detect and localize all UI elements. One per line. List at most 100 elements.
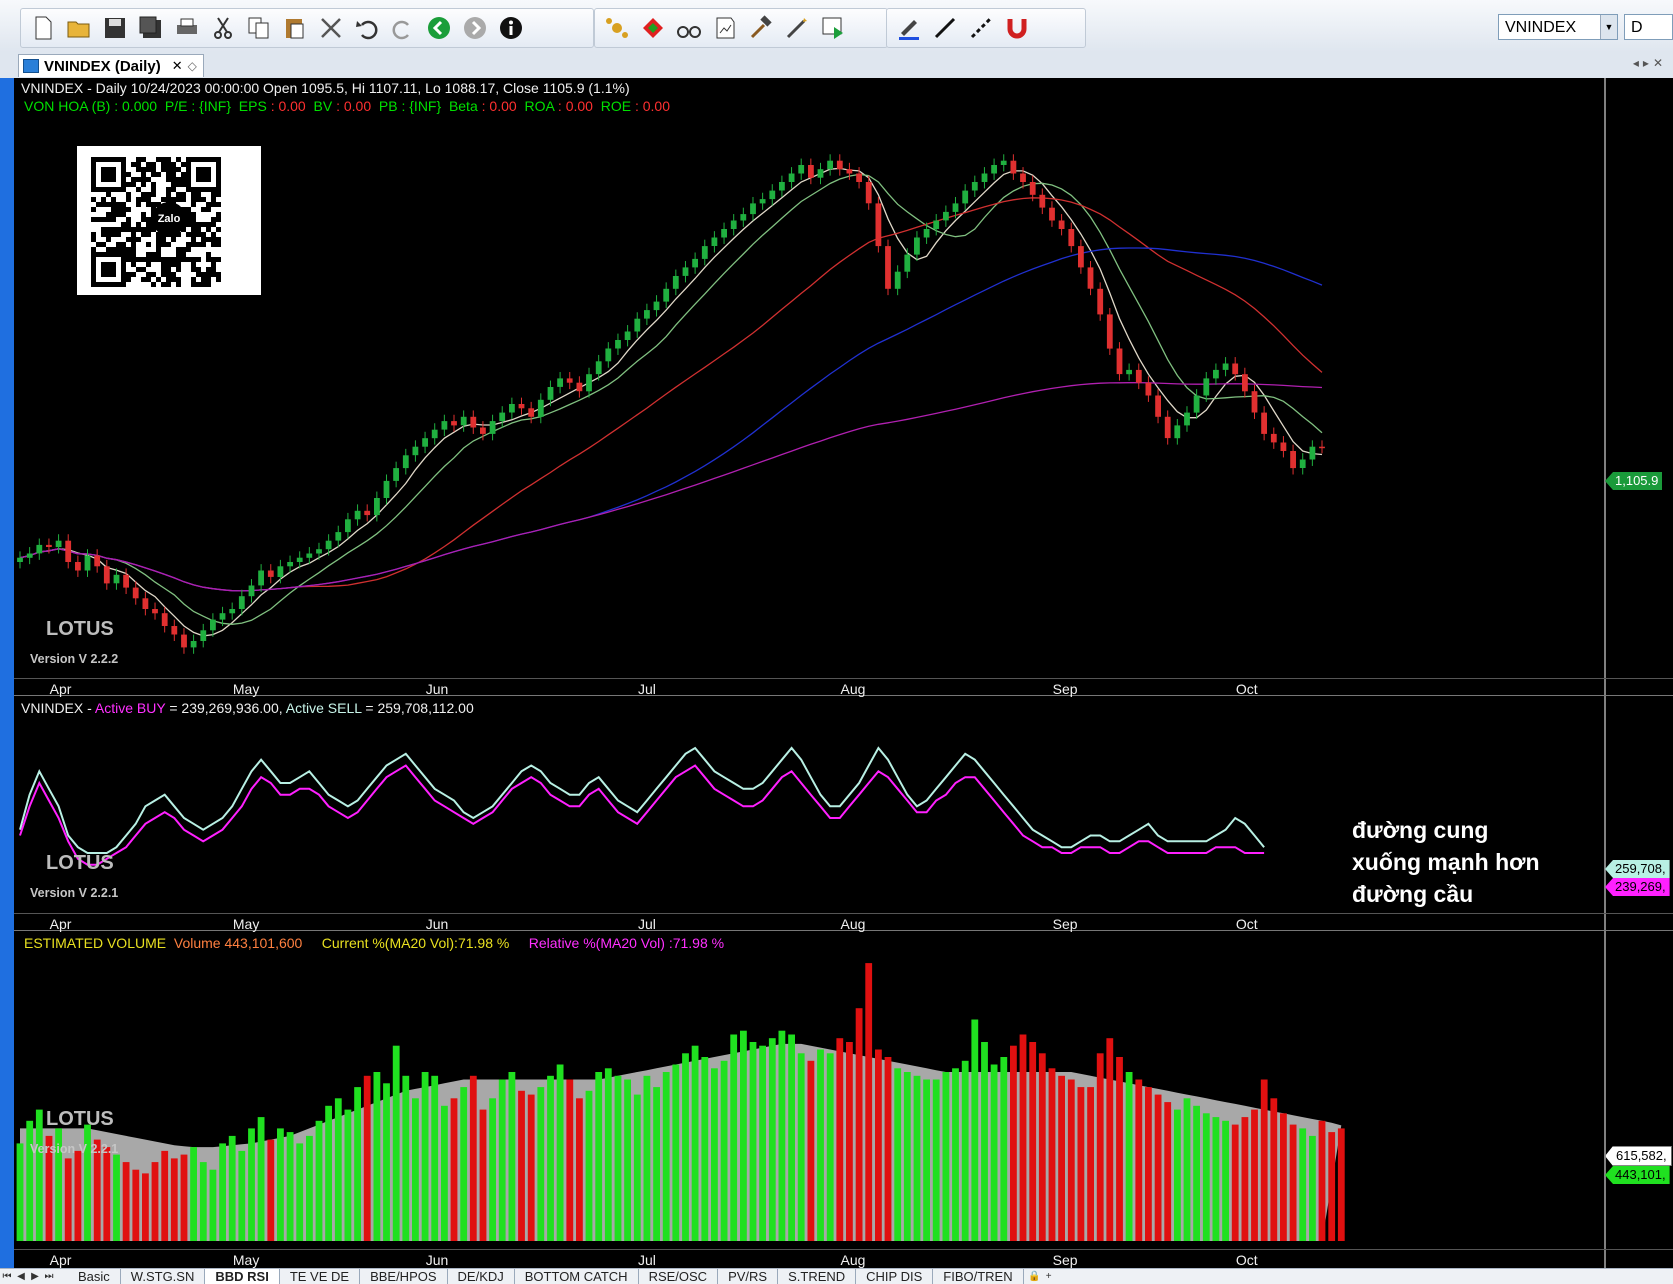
flow-info-line: VNINDEX - Active BUY = 239,269,936.00, A… bbox=[21, 700, 474, 716]
fund-beta: Beta : 0.00 bbox=[448, 98, 517, 114]
sheet-tab[interactable]: TE VE DE bbox=[280, 1269, 361, 1284]
undo-icon[interactable] bbox=[351, 12, 383, 44]
symbol-input[interactable]: VNINDEX ▼ bbox=[1498, 14, 1618, 40]
volume-bar bbox=[450, 1098, 458, 1241]
candle-body bbox=[1309, 446, 1316, 460]
volume-bar bbox=[913, 1075, 921, 1241]
volume-bar bbox=[1058, 1075, 1065, 1241]
candle-body bbox=[451, 421, 457, 426]
back-arrow-icon[interactable] bbox=[423, 12, 455, 44]
chart-play-icon[interactable] bbox=[817, 12, 849, 44]
save-icon[interactable] bbox=[99, 12, 131, 44]
sheet-tab[interactable]: RSE/OSC bbox=[639, 1269, 719, 1284]
sheet-tab[interactable]: BBD RSI bbox=[205, 1269, 280, 1284]
qr-module bbox=[126, 222, 131, 227]
qr-module bbox=[106, 237, 111, 242]
candle-body bbox=[624, 331, 631, 340]
pin-icon[interactable]: ◇ bbox=[188, 59, 197, 73]
close-icon[interactable]: ✕ bbox=[172, 58, 183, 74]
qr-module bbox=[151, 252, 156, 257]
document-chart-icon[interactable] bbox=[709, 12, 741, 44]
sheet-tab[interactable]: CHIP DIS bbox=[856, 1269, 934, 1284]
period-input[interactable]: D bbox=[1624, 14, 1673, 40]
sheet-tab[interactable]: W.STG.SN bbox=[121, 1269, 206, 1284]
qr-module bbox=[161, 167, 166, 172]
volume-bar bbox=[431, 1075, 439, 1241]
pen-color-icon[interactable] bbox=[893, 12, 925, 44]
sheet-tab[interactable]: PV/RS bbox=[718, 1269, 779, 1284]
prev-sheet-icon[interactable]: ◀ bbox=[14, 1269, 28, 1284]
volume-bar bbox=[1116, 1057, 1123, 1241]
tools-icon[interactable] bbox=[781, 12, 813, 44]
sheet-tab[interactable]: FIBO/TREN bbox=[933, 1269, 1024, 1284]
sheet-tab[interactable]: DE/KDJ bbox=[448, 1269, 515, 1284]
diamond-icon[interactable] bbox=[637, 12, 669, 44]
qr-module bbox=[141, 212, 146, 217]
lock-icon[interactable]: 🔒 bbox=[1028, 1269, 1042, 1284]
volume-bar bbox=[807, 1060, 815, 1241]
chart-area[interactable]: VNINDEX - Daily 10/24/2023 00:00:00 Open… bbox=[0, 78, 1673, 1268]
qr-module bbox=[176, 262, 181, 267]
paste-icon[interactable] bbox=[279, 12, 311, 44]
next-sheet-icon[interactable]: ▶ bbox=[28, 1269, 42, 1284]
cut-icon[interactable] bbox=[207, 12, 239, 44]
qr-module bbox=[166, 262, 171, 267]
chevron-down-icon[interactable]: ▼ bbox=[1600, 15, 1617, 39]
qr-module bbox=[181, 172, 186, 177]
qr-module bbox=[146, 272, 151, 277]
last-price-tag: 1,105.9 bbox=[1605, 472, 1663, 490]
candle-body bbox=[75, 562, 81, 571]
qr-module bbox=[141, 172, 146, 177]
binoculars-icon[interactable] bbox=[673, 12, 705, 44]
volume-bar bbox=[537, 1087, 545, 1241]
sheet-tab[interactable]: S.TREND bbox=[778, 1269, 857, 1284]
qr-module bbox=[156, 257, 161, 262]
tab-vnindex-daily[interactable]: VNINDEX (Daily) ✕ ◇ bbox=[18, 54, 204, 77]
sheet-tab[interactable]: BOTTOM CATCH bbox=[515, 1269, 639, 1284]
magnet-icon[interactable] bbox=[1001, 12, 1033, 44]
candle-body bbox=[653, 301, 660, 311]
first-sheet-icon[interactable]: ⏮ bbox=[0, 1269, 14, 1284]
open-folder-icon[interactable] bbox=[63, 12, 95, 44]
qr-module bbox=[141, 277, 146, 282]
qr-module bbox=[131, 232, 136, 237]
qr-module bbox=[161, 272, 166, 277]
month-label: Aug bbox=[840, 1252, 866, 1268]
new-icon[interactable] bbox=[27, 12, 59, 44]
sheet-tab[interactable]: Basic bbox=[68, 1269, 121, 1284]
sheet-tab[interactable]: BBE/HPOS bbox=[360, 1269, 448, 1284]
qr-module bbox=[176, 277, 181, 282]
hammer-icon[interactable] bbox=[745, 12, 777, 44]
qr-module bbox=[106, 192, 111, 197]
active-buy-tag: 239,269, bbox=[1605, 878, 1670, 896]
candle-body bbox=[374, 498, 380, 516]
last-sheet-icon[interactable]: ⏭ bbox=[42, 1269, 56, 1284]
qr-module bbox=[91, 217, 96, 222]
tab-scroll-arrows[interactable]: ◂▸✕ bbox=[1633, 56, 1667, 70]
info-icon[interactable] bbox=[495, 12, 527, 44]
symbol-value: VNINDEX bbox=[1505, 19, 1577, 36]
redo-icon[interactable] bbox=[387, 12, 419, 44]
qr-module bbox=[136, 222, 141, 227]
save-all-icon[interactable] bbox=[135, 12, 167, 44]
copy-icon[interactable] bbox=[243, 12, 275, 44]
qr-module bbox=[171, 177, 176, 182]
qr-module bbox=[171, 237, 176, 242]
volume-bar bbox=[566, 1079, 574, 1241]
qr-module bbox=[121, 202, 126, 207]
volume-bar bbox=[344, 1109, 352, 1241]
qr-module bbox=[166, 172, 171, 177]
print-icon[interactable] bbox=[171, 12, 203, 44]
candle-body bbox=[644, 310, 650, 319]
volume-bar bbox=[759, 1045, 766, 1241]
volume-bar bbox=[730, 1034, 738, 1241]
network-icon[interactable] bbox=[601, 12, 633, 44]
ma20-volume-area bbox=[20, 1043, 1342, 1241]
dashed-line-icon[interactable] bbox=[965, 12, 997, 44]
candle-body bbox=[325, 540, 332, 550]
candle-body bbox=[933, 220, 940, 229]
delete-icon[interactable] bbox=[315, 12, 347, 44]
line-tool-icon[interactable] bbox=[929, 12, 961, 44]
forward-arrow-icon[interactable] bbox=[459, 12, 491, 44]
add-sheet-icon[interactable]: + bbox=[1042, 1269, 1056, 1284]
